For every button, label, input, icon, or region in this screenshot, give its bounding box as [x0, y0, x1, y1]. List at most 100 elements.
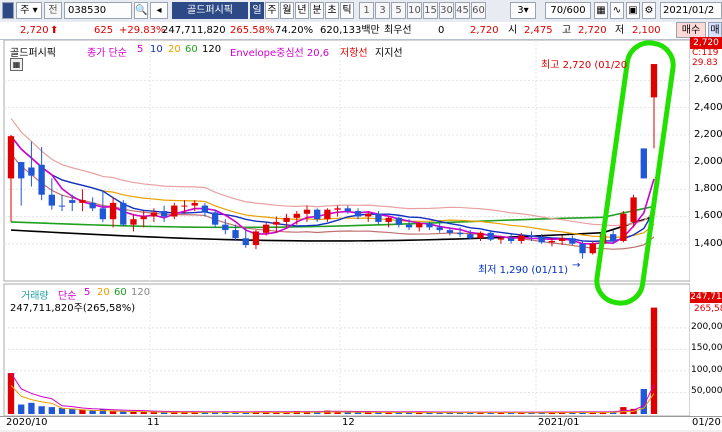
settings-icon[interactable]: ⚙: [642, 2, 656, 19]
candle-body: [38, 164, 45, 195]
candle-body: [69, 200, 76, 203]
candle-body: [89, 202, 96, 209]
high-price: 2,720: [578, 25, 607, 36]
trade-amount: 620,133백만: [320, 25, 380, 36]
candle-body: [416, 223, 423, 228]
price-change: 625: [94, 25, 114, 36]
date-field[interactable]: 2021/01/2: [660, 2, 722, 19]
price-panel: [3, 39, 691, 282]
candle-body: [385, 217, 392, 222]
candle-body: [273, 221, 280, 225]
chart-style-icon[interactable]: ▦: [594, 2, 608, 19]
volume-legend-ma20: 20: [97, 287, 110, 298]
low-label: 저: [615, 25, 625, 36]
candle-body: [528, 235, 535, 237]
period-button[interactable]: 초: [325, 2, 339, 19]
candle-body: [650, 64, 658, 98]
candle-body: [150, 212, 158, 217]
legend-stock-name: 골드퍼시픽: [10, 48, 56, 59]
x-label-dec: 12: [342, 417, 355, 428]
volume-legend-ma5: 5: [84, 287, 91, 298]
number-button[interactable]: 3: [375, 2, 390, 19]
candle-body: [507, 238, 515, 241]
period-button[interactable]: 틱: [340, 2, 354, 19]
chart-menu-icon[interactable]: [2, 2, 14, 19]
number-button[interactable]: 5: [391, 2, 406, 19]
price-tick-label: 2,400: [694, 101, 722, 113]
up-arrow-icon: ⬆: [50, 25, 59, 36]
arrow-right-icon: →: [572, 260, 581, 271]
period-button[interactable]: 주: [265, 2, 279, 19]
number-button[interactable]: 45: [455, 2, 470, 19]
volume-bar: [38, 406, 45, 414]
price-axis-sub-label: 29.83: [692, 58, 718, 68]
volume-legend-ma120: 120: [131, 287, 151, 298]
open-label: 시: [508, 25, 518, 36]
search-icon[interactable]: 🔍: [134, 2, 148, 19]
number-button[interactable]: 15: [423, 2, 438, 19]
indicator-icon[interactable]: ∿: [610, 2, 624, 19]
buy-button[interactable]: 매수: [676, 22, 706, 38]
open-price: 2,475: [524, 25, 553, 36]
volume-bar: [48, 407, 55, 414]
volume-axis-sub-label: 265,58: [694, 304, 722, 314]
low-price: 2,100: [632, 25, 661, 36]
period-button[interactable]: 년: [295, 2, 309, 19]
candle-body: [589, 243, 596, 254]
candle-body: [497, 238, 505, 240]
period-button[interactable]: 분: [310, 2, 324, 19]
volume-bar: [99, 409, 107, 414]
candle-body: [477, 232, 484, 239]
volume-bar: [18, 404, 25, 414]
chart-area[interactable]: 골드퍼시픽 종가 단순 5 10 20 60 120 Envelope중심선 2…: [0, 37, 722, 430]
turnover-ratio: 74.20%: [275, 25, 314, 36]
volume-value: 247,711,820: [162, 25, 226, 36]
grid-icon[interactable]: ▦: [10, 58, 23, 71]
number-button[interactable]: 30: [439, 2, 454, 19]
x-axis: [0, 416, 722, 430]
period-button[interactable]: 일: [250, 2, 264, 19]
candle-body: [48, 194, 55, 206]
volume-bar: [69, 408, 76, 414]
legend-resistance: 저항선: [340, 48, 368, 59]
candle-body: [28, 167, 35, 176]
save-icon[interactable]: ▣: [626, 2, 640, 19]
candle-body: [324, 209, 331, 220]
speaker-icon[interactable]: ◂: [150, 2, 168, 19]
candle-body: [130, 219, 137, 225]
period-button[interactable]: 월: [280, 2, 294, 19]
chart-type-select[interactable]: 주 ▾: [16, 2, 42, 19]
stock-code-input[interactable]: 038530: [64, 2, 132, 19]
candle-body: [610, 234, 617, 241]
candle-body: [334, 208, 341, 210]
candle-body: [303, 209, 311, 214]
view-count-field[interactable]: 70/600: [545, 2, 591, 19]
current-volume-box: 247,71: [690, 292, 722, 303]
candle-body: [293, 213, 300, 218]
sell-button[interactable]: 매: [708, 22, 722, 38]
x-label-last: 01/20: [692, 417, 721, 428]
candle-body: [242, 238, 249, 246]
number-button[interactable]: 10: [407, 2, 422, 19]
number-button[interactable]: 1: [359, 2, 374, 19]
price-tick-label: 2,200: [694, 128, 722, 140]
prefix-label: 전: [44, 2, 62, 19]
candle-body: [79, 200, 86, 203]
candle-body: [426, 223, 433, 228]
candle-body: [630, 197, 637, 222]
price-tick-label: 1,800: [694, 183, 722, 195]
count-select[interactable]: 3▾: [510, 2, 536, 19]
candle-body: [109, 202, 117, 220]
candle-body: [7, 136, 15, 179]
stock-chart[interactable]: [0, 39, 722, 429]
volume-ratio: 265.58%: [230, 25, 275, 36]
candle-body: [365, 213, 372, 217]
candle-body: [467, 234, 474, 239]
candle-body: [232, 230, 239, 239]
number-button[interactable]: 60: [471, 2, 486, 19]
price-tick-label: 1,400: [694, 237, 722, 249]
candle-body: [620, 213, 627, 241]
candle-body: [211, 212, 219, 225]
candle-body: [538, 236, 545, 243]
current-price: 2,720: [20, 25, 49, 36]
